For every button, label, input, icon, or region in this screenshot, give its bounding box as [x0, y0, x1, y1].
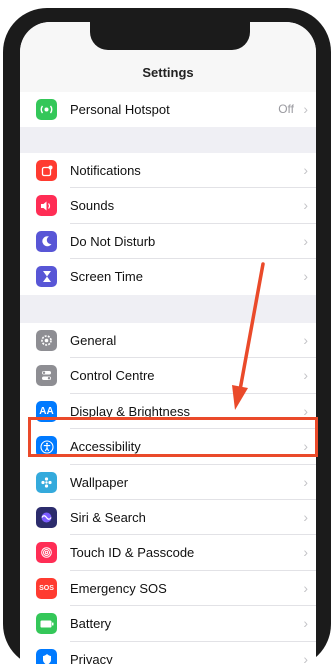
privacy-icon	[36, 648, 57, 664]
settings-row-label: Wallpaper	[70, 474, 129, 490]
settings-row-emergency-sos[interactable]: SOS Emergency SOS ›	[20, 571, 316, 607]
settings-screen: Settings Personal Hotspot Off › Notifica…	[20, 22, 316, 664]
phone-notch	[90, 22, 250, 50]
chevron-right-icon: ›	[303, 438, 308, 455]
settings-row-privacy[interactable]: Privacy ›	[20, 642, 316, 664]
settings-row-label: Personal Hotspot	[70, 102, 170, 117]
chevron-right-icon: ›	[303, 402, 308, 419]
battery-icon	[36, 613, 57, 635]
display-icon: AA	[36, 400, 57, 422]
settings-row-control-centre[interactable]: Control Centre ›	[20, 358, 316, 394]
settings-row-label: Emergency SOS	[70, 580, 167, 596]
hourglass-icon	[36, 266, 57, 288]
switches-icon	[36, 365, 57, 387]
chevron-right-icon: ›	[303, 544, 308, 561]
hotspot-icon	[36, 99, 57, 120]
settings-row-label: Display & Brightness	[70, 403, 190, 419]
notifications-icon	[36, 160, 57, 181]
page-title: Settings	[142, 65, 194, 80]
settings-row-label: Notifications	[70, 163, 141, 178]
settings-row-label: Battery	[70, 616, 112, 632]
chevron-right-icon: ›	[303, 367, 308, 384]
settings-group-general: General › Control Centre › AA Display & …	[20, 323, 316, 664]
settings-row-accessibility[interactable]: Accessibility ›	[20, 429, 316, 465]
wallpaper-icon	[36, 471, 57, 493]
chevron-right-icon: ›	[303, 650, 308, 664]
settings-row-label: Do Not Disturb	[70, 233, 156, 249]
chevron-right-icon: ›	[303, 332, 308, 348]
settings-row-do-not-disturb[interactable]: Do Not Disturb ›	[20, 224, 316, 260]
settings-row-label: Siri & Search	[70, 509, 146, 525]
chevron-right-icon: ›	[303, 268, 308, 285]
settings-row-personal-hotspot[interactable]: Personal Hotspot Off ›	[20, 92, 316, 127]
chevron-right-icon: ›	[303, 579, 308, 596]
settings-row-siri-search[interactable]: Siri & Search ›	[20, 500, 316, 536]
settings-row-label: Touch ID & Passcode	[70, 545, 195, 561]
settings-row-label: Accessibility	[70, 439, 141, 455]
settings-row-wallpaper[interactable]: Wallpaper ›	[20, 465, 316, 500]
settings-group-hotspot: Personal Hotspot Off ›	[20, 92, 316, 128]
gear-icon	[36, 330, 57, 351]
sounds-icon	[36, 195, 57, 217]
chevron-right-icon: ›	[303, 162, 308, 178]
settings-row-display-brightness[interactable]: AA Display & Brightness ›	[20, 394, 316, 430]
settings-row-battery[interactable]: Battery ›	[20, 606, 316, 642]
chevron-right-icon: ›	[303, 197, 308, 214]
settings-row-screen-time[interactable]: Screen Time ›	[20, 259, 316, 294]
settings-row-notifications[interactable]: Notifications ›	[20, 153, 316, 189]
accessibility-icon	[36, 436, 57, 458]
settings-row-label: Sounds	[70, 198, 115, 214]
settings-row-general[interactable]: General ›	[20, 323, 316, 359]
settings-row-label: Control Centre	[70, 368, 155, 384]
chevron-right-icon: ›	[303, 508, 308, 525]
chevron-right-icon: ›	[303, 473, 308, 490]
hotspot-status: Off	[278, 102, 294, 116]
chevron-right-icon: ›	[303, 101, 308, 117]
chevron-right-icon: ›	[303, 615, 308, 632]
chevron-right-icon: ›	[303, 232, 308, 249]
settings-row-touch-id-passcode[interactable]: Touch ID & Passcode ›	[20, 535, 316, 571]
settings-row-label: Privacy	[70, 651, 113, 664]
fingerprint-icon	[36, 542, 57, 564]
settings-row-label: General	[70, 333, 117, 348]
siri-icon	[36, 506, 57, 528]
sos-icon: SOS	[36, 577, 57, 599]
settings-group-notifications: Notifications › Sounds › Do Not Disturb …	[20, 153, 316, 295]
settings-row-label: Screen Time	[70, 269, 143, 285]
moon-icon	[36, 230, 57, 252]
settings-row-sounds[interactable]: Sounds ›	[20, 188, 316, 224]
phone-frame: Settings Personal Hotspot Off › Notifica…	[3, 8, 331, 664]
